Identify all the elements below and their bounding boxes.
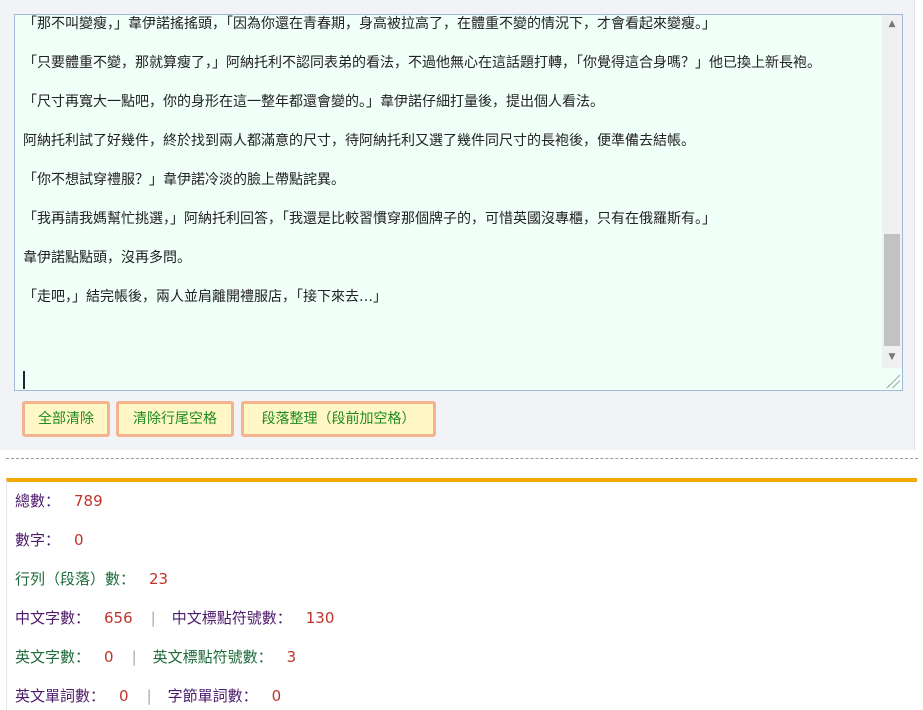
stat-value: 0: [119, 687, 129, 705]
stat-separator: |: [150, 609, 156, 627]
scrollbar-thumb[interactable]: [884, 234, 900, 346]
stat-label: 中文字數：: [15, 609, 91, 627]
paragraph: 阿納托利試了好幾件，終於找到兩人都滿意的尺寸，待阿納托利又選了幾件同尺寸的長袍後…: [23, 133, 695, 149]
editor-panel: 「那不叫變瘦，」韋伊諾搖搖頭，「因為你還在青春期，身高被拉高了，在體重不變的情況…: [0, 0, 915, 450]
paragraph: 韋伊諾點點頭，沒再多問。: [23, 250, 191, 266]
stat-label: 字節單詞數：: [167, 687, 258, 705]
stat-words: 英文單詞數： 0 | 字節單詞數： 0: [15, 686, 281, 706]
stat-label: 數字：: [15, 531, 61, 549]
paragraph: 「你不想試穿禮服？」韋伊諾冷淡的臉上帶點詫異。: [23, 172, 345, 188]
stat-total: 總數： 789: [15, 491, 103, 511]
stat-digits: 數字： 0: [15, 530, 84, 550]
paragraph: 「只要體重不變，那就算瘦了，」阿納托利不認同表弟的看法，不過他無心在這話題打轉，…: [23, 55, 821, 71]
paragraph: 「我再請我媽幫忙挑選，」阿納托利回答，「我還是比較習慣穿那個牌子的，可惜英國沒專…: [23, 211, 716, 227]
stat-value: 0: [74, 531, 84, 549]
paragraph: 「走吧，」結完帳後，兩人並肩離開禮服店，「接下來去…」: [23, 289, 387, 305]
vertical-scrollbar[interactable]: ▲ ▼: [882, 15, 902, 368]
stat-value: 0: [104, 648, 114, 666]
stat-label: 中文標點符號數：: [171, 609, 292, 627]
section-divider: [6, 458, 918, 459]
paragraph: 「那不叫變瘦，」韋伊諾搖搖頭，「因為你還在青春期，身高被拉高了，在體重不變的情況…: [23, 16, 716, 32]
stat-value: 0: [271, 687, 282, 705]
stat-separator: |: [131, 648, 137, 666]
stat-value: 130: [305, 609, 335, 627]
stat-label: 總數：: [15, 492, 61, 510]
editor-text[interactable]: 「那不叫變瘦，」韋伊諾搖搖頭，「因為你還在青春期，身高被拉高了，在體重不變的情況…: [23, 15, 875, 387]
trim-trailing-spaces-button[interactable]: 清除行尾空格: [116, 401, 234, 437]
stat-value: 656: [104, 609, 133, 627]
paragraph: 「尺寸再寬大一點吧，你的身形在這一整年都還會變的。」韋伊諾仔細打量後，提出個人看…: [23, 94, 604, 110]
stat-value: 3: [286, 648, 297, 666]
clear-all-button[interactable]: 全部清除: [22, 401, 110, 437]
stat-label: 行列（段落）數：: [15, 570, 136, 588]
text-input-area[interactable]: 「那不叫變瘦，」韋伊諾搖搖頭，「因為你還在青春期，身高被拉高了，在體重不變的情況…: [14, 14, 903, 391]
stat-label: 英文字數：: [15, 648, 91, 666]
paragraph-tidy-button[interactable]: 段落整理（段前加空格）: [241, 401, 436, 437]
scroll-down-arrow-icon[interactable]: ▼: [882, 348, 902, 366]
stat-lines: 行列（段落）數： 23: [15, 569, 168, 589]
stat-label: 英文標點符號數：: [152, 648, 273, 666]
resize-handle-icon[interactable]: [886, 374, 900, 388]
text-caret: [23, 371, 25, 389]
stat-english: 英文字數： 0 | 英文標點符號數： 3: [15, 647, 296, 667]
stat-value: 789: [74, 492, 103, 510]
stat-value: 23: [149, 570, 169, 588]
stat-separator: |: [146, 687, 152, 705]
scroll-up-arrow-icon[interactable]: ▲: [882, 15, 902, 33]
stats-panel: 總數： 789 數字： 0 行列（段落）數： 23 中文字數： 656 | 中文標點符號數：…: [6, 478, 917, 710]
stat-chinese: 中文字數： 656 | 中文標點符號數： 130: [15, 608, 334, 628]
stat-label: 英文單詞數：: [15, 687, 106, 705]
